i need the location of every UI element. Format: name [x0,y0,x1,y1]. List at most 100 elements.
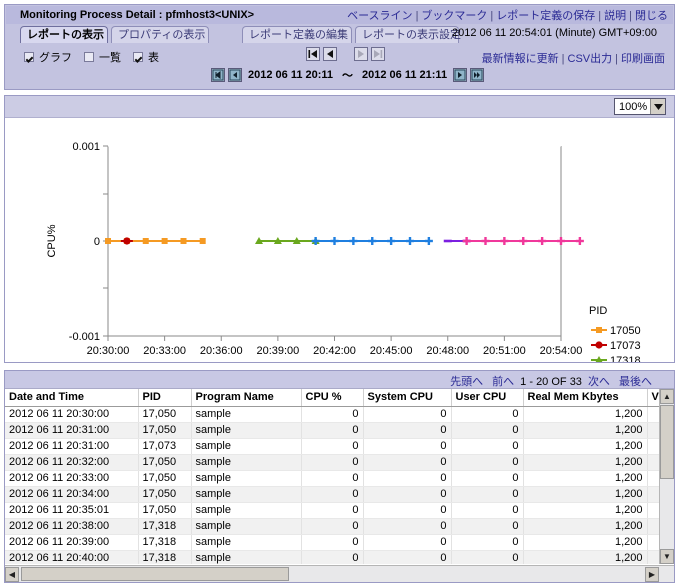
link-separator: | [595,10,604,22]
pagination-bar: 先頭へ 前へ1 - 20 OF 33次へ 最後へ [5,371,674,389]
last-record-button[interactable] [371,47,385,61]
cell-user-cpu: 0 [451,438,523,454]
cell-system-cpu: 0 [363,438,451,454]
svg-text:0: 0 [94,236,100,248]
series-17073 [121,237,133,244]
report-window: Monitoring Process Detail : pfmhost3<UNI… [0,0,679,587]
scroll-right-button[interactable]: ▶ [645,567,659,582]
graph-panel: 100% 0.001 0 -0.001 [4,95,675,363]
help-link[interactable]: 説明 [604,10,626,22]
table-row[interactable]: 2012 06 11 20:30:0017,050sample0001,200 [5,406,659,422]
checkbox-list[interactable] [84,52,94,62]
cell-user-cpu: 0 [451,550,523,564]
column-header-virtual[interactable]: V [647,389,659,406]
page-prev-link[interactable]: 前へ [492,376,514,388]
cell-cpu: 0 [301,534,363,550]
shift-left-range-button[interactable] [228,68,242,82]
table-row[interactable]: 2012 06 11 20:40:0017,318sample0001,200 [5,550,659,564]
page-next-link[interactable]: 次へ [588,376,610,388]
page-last-link[interactable]: 最後へ [619,376,652,388]
checkbox-table-label: 表 [148,49,159,65]
cell-real-mem-kbytes: 1,200 [523,422,647,438]
table-row[interactable]: 2012 06 11 20:33:0017,050sample0001,200 [5,470,659,486]
table-vertical-scrollbar[interactable]: ▲ ▼ [659,389,674,564]
pagination-links: 先頭へ 前へ1 - 20 OF 33次へ 最後へ [450,373,652,389]
svg-text:20:42:00: 20:42:00 [313,345,356,357]
next-record-button[interactable] [354,47,368,61]
jump-first-range-button[interactable] [211,68,225,82]
cell-pid: 17,073 [138,438,191,454]
save-report-definition-link[interactable]: レポート定義の保存 [496,10,595,22]
cell-program-name: sample [191,502,301,518]
tab-view-properties[interactable]: プロパティの表示 [111,26,209,43]
table-row[interactable]: 2012 06 11 20:39:0017,318sample0001,200 [5,534,659,550]
top-control-panel: Monitoring Process Detail : pfmhost3<UNI… [4,4,675,90]
csv-export-link[interactable]: CSV出力 [568,53,613,65]
horizontal-scroll-thumb[interactable] [21,567,289,581]
tab-edit-report-definition[interactable]: レポート定義の編集 [242,26,352,43]
column-header-real-mem-kbytes[interactable]: Real Mem Kbytes [523,389,647,406]
legend-label-17050: 17050 [610,325,641,337]
vertical-scroll-thumb[interactable] [660,405,674,479]
legend-label-17073: 17073 [610,340,641,352]
prev-record-button[interactable] [323,47,337,61]
table-horizontal-scrollbar[interactable]: ◀ ▶ [5,565,674,582]
jump-last-range-button[interactable] [470,68,484,82]
scroll-down-button[interactable]: ▼ [660,549,674,564]
cell-cpu: 0 [301,454,363,470]
column-header-date-time[interactable]: Date and Time [5,389,138,406]
cell-pid: 17,050 [138,502,191,518]
tab-report-display-settings[interactable]: レポートの表示設定 [355,26,459,43]
cell-pid: 17,050 [138,422,191,438]
table-row[interactable]: 2012 06 11 20:38:0017,318sample0001,200 [5,518,659,534]
bookmark-link[interactable]: ブックマーク [421,10,487,22]
table-row[interactable]: 2012 06 11 20:31:0017,050sample0001,200 [5,422,659,438]
chevron-down-icon[interactable] [650,99,665,114]
link-separator: | [626,10,635,22]
cell-cpu: 0 [301,550,363,564]
table-row[interactable]: 2012 06 11 20:35:0117,050sample0001,200 [5,502,659,518]
tab-view-report[interactable]: レポートの表示 [20,26,108,43]
table-row[interactable]: 2012 06 11 20:31:0017,073sample0001,200 [5,438,659,454]
baseline-link[interactable]: ベースライン [347,10,412,22]
page-first-link[interactable]: 先頭へ [450,376,483,388]
cell-system-cpu: 0 [363,502,451,518]
cell-system-cpu: 0 [363,518,451,534]
svg-text:20:51:00: 20:51:00 [483,345,526,357]
column-header-user-cpu[interactable]: User CPU [451,389,523,406]
column-header-pid[interactable]: PID [138,389,191,406]
cell-system-cpu: 0 [363,486,451,502]
cell-user-cpu: 0 [451,534,523,550]
link-separator: | [612,53,621,65]
table-header-row: Date and Time PID Program Name CPU % Sys… [5,389,659,406]
cell-user-cpu: 0 [451,486,523,502]
cell-pid: 17,318 [138,550,191,564]
checkbox-graph[interactable] [24,52,34,62]
column-header-program-name[interactable]: Program Name [191,389,301,406]
close-link[interactable]: 閉じる [635,10,668,22]
shift-right-range-button[interactable] [453,68,467,82]
first-record-button[interactable] [306,47,320,61]
cell-program-name: sample [191,550,301,564]
cell-real-mem-kbytes: 1,200 [523,438,647,454]
print-view-link[interactable]: 印刷画面 [621,53,665,65]
cell-v [647,502,659,518]
scroll-up-button[interactable]: ▲ [660,389,674,404]
cell-real-mem-kbytes: 1,200 [523,534,647,550]
cell-real-mem-kbytes: 1,200 [523,454,647,470]
scroll-left-button[interactable]: ◀ [5,567,19,582]
column-header-cpu-percent[interactable]: CPU % [301,389,363,406]
svg-text:20:48:00: 20:48:00 [426,345,469,357]
table-row[interactable]: 2012 06 11 20:32:0017,050sample0001,200 [5,454,659,470]
column-header-system-cpu[interactable]: System CPU [363,389,451,406]
cell-program-name: sample [191,534,301,550]
cell-user-cpu: 0 [451,470,523,486]
cell-system-cpu: 0 [363,550,451,564]
zoom-level-select[interactable]: 100% [614,98,666,115]
display-controls-row: グラフ 一覧 表 [6,45,673,89]
checkbox-table[interactable] [133,52,143,62]
series-17050 [105,238,206,244]
table-row[interactable]: 2012 06 11 20:34:0017,050sample0001,200 [5,486,659,502]
cell-v [647,518,659,534]
refresh-link[interactable]: 最新情報に更新 [482,53,559,65]
